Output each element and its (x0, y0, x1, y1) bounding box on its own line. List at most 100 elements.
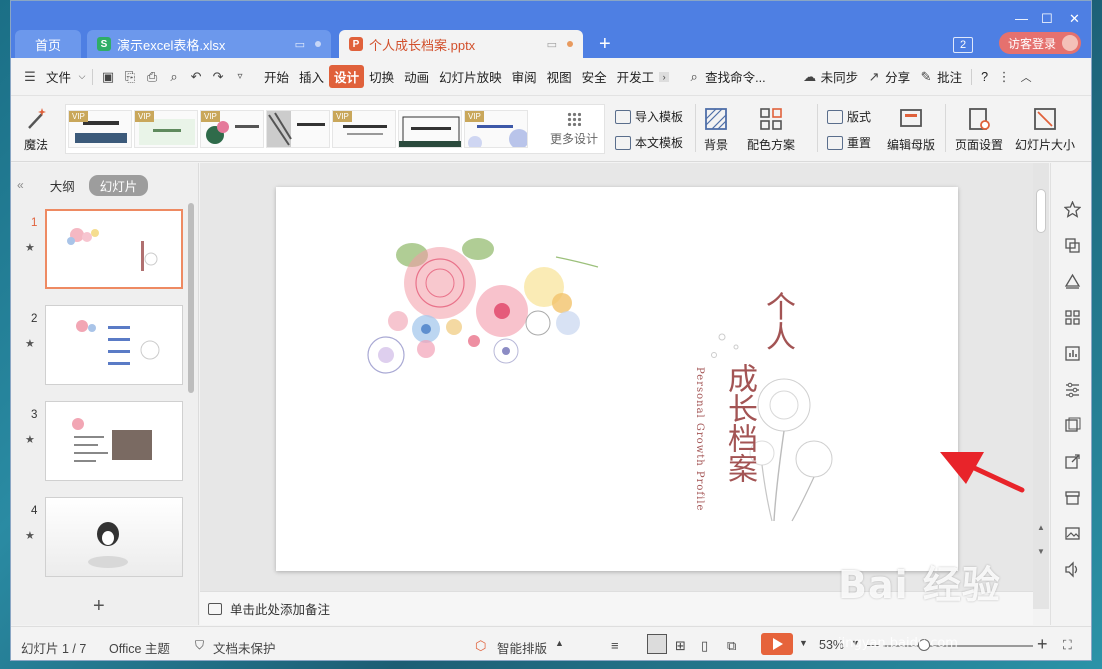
this-template-button[interactable]: 本文模板 (615, 134, 683, 151)
menu-start[interactable]: 开始 (259, 67, 294, 86)
more-icon[interactable]: ⋮ (993, 69, 1015, 85)
menu-review[interactable]: 审阅 (507, 67, 542, 86)
share-button[interactable]: 分享 (885, 67, 915, 86)
chevron-down-icon[interactable]: ▼ (799, 638, 808, 648)
more-design-button[interactable]: 更多设计 (544, 110, 604, 147)
magic-button[interactable]: 魔法 (23, 106, 49, 153)
reset-button[interactable]: 重置 (827, 134, 871, 151)
menu-slideshow[interactable]: 幻灯片放映 (434, 67, 507, 86)
canvas-scrollbar[interactable]: ▲ ▼ (1033, 163, 1049, 609)
customize-toolbar-icon[interactable]: ▿ (229, 71, 251, 82)
image-gallery-icon[interactable] (1064, 417, 1081, 434)
maximize-button[interactable]: ☐ (1041, 11, 1053, 27)
scrollbar-thumb[interactable] (1036, 189, 1046, 233)
template-thumb[interactable]: VIP (200, 110, 264, 148)
menu-design[interactable]: 设计 (329, 65, 365, 88)
picture-icon[interactable] (1064, 525, 1081, 542)
menu-insert[interactable]: 插入 (294, 67, 329, 86)
slide-editing-area: 个人 成长档案 Personal Growth Profile (200, 163, 1033, 591)
window-count-badge[interactable]: 2 (953, 37, 973, 53)
document-protection-status[interactable]: 文档未保护 (213, 638, 276, 657)
undo-icon[interactable]: ↶ (185, 69, 207, 85)
tab-slides[interactable]: 幻灯片 (88, 174, 149, 196)
slide-preview (45, 305, 183, 385)
apps-grid-icon[interactable] (1064, 309, 1081, 326)
slide-thumbnail-2[interactable]: 2 ★ (11, 305, 191, 391)
tab-outline[interactable]: 大纲 (50, 176, 75, 195)
monitor-icon[interactable]: ▭ (547, 38, 557, 51)
monitor-icon[interactable]: ▭ (295, 38, 305, 51)
export-icon[interactable] (1064, 453, 1081, 470)
tab-excel-file[interactable]: S 演示excel表格.xlsx ▭ (87, 30, 331, 58)
scroll-up-icon[interactable]: ▲ (1037, 523, 1045, 532)
chevron-right-icon[interactable]: › (659, 71, 670, 82)
add-slide-button[interactable]: + (93, 595, 105, 618)
page-setup-button[interactable]: 页面设置 (955, 106, 1003, 153)
menu-view[interactable]: 视图 (542, 67, 577, 86)
print-icon[interactable]: ⎙ (141, 69, 163, 85)
reading-view-icon[interactable]: ▯ (701, 638, 708, 654)
theme-name[interactable]: Office 主题 (109, 638, 170, 657)
menu-animation[interactable]: 动画 (399, 67, 434, 86)
chart-icon[interactable] (1064, 345, 1081, 362)
chevron-up-icon[interactable]: ▲ (555, 638, 564, 648)
slide-thumbnail-4[interactable]: 4 ★ (11, 497, 191, 583)
scroll-down-icon[interactable]: ▼ (1037, 547, 1045, 556)
menu-file[interactable]: 文件 (41, 67, 76, 86)
slide-artwork (367, 238, 833, 522)
menu-transition[interactable]: 切换 (364, 67, 399, 86)
color-scheme-button[interactable]: 配色方案 (747, 106, 795, 153)
background-button[interactable]: 背景 (703, 106, 729, 153)
slide-title-line2[interactable]: 成长档案 (716, 363, 757, 483)
collapse-pane-icon[interactable]: « (17, 178, 24, 192)
chevron-down-icon[interactable]: ⌵ (76, 71, 88, 82)
slide-thumbnail-1[interactable]: 1 ★ (11, 209, 191, 295)
tab-home[interactable]: 首页 (15, 30, 81, 58)
format-painter-icon[interactable]: ⎘ (119, 69, 141, 85)
presenter-tools-icon[interactable]: ⧉ (727, 638, 736, 654)
template-thumb[interactable]: VIP (68, 110, 132, 148)
save-icon[interactable]: ▣ (97, 69, 119, 85)
notes-toggle-icon[interactable]: ≡ (611, 638, 619, 653)
template-thumb[interactable]: VIP (464, 110, 528, 148)
guest-login-button[interactable]: 访客登录 (999, 32, 1081, 54)
template-thumb[interactable]: VIP (332, 110, 396, 148)
layout-button[interactable]: 版式 (827, 108, 871, 125)
close-window-button[interactable]: ✕ (1069, 11, 1080, 27)
smart-layout-button[interactable]: 智能排版 (497, 638, 547, 657)
minimize-button[interactable]: — (1015, 11, 1028, 26)
current-slide[interactable]: 个人 成长档案 Personal Growth Profile (276, 187, 958, 571)
normal-view-icon[interactable] (647, 634, 667, 654)
slide-subtitle[interactable]: Personal Growth Profile (694, 367, 705, 511)
convert-icon[interactable] (1064, 237, 1081, 254)
shape-layers-icon[interactable] (1064, 273, 1081, 290)
slide-thumbnail-3[interactable]: 3 ★ (11, 401, 191, 487)
play-slideshow-button[interactable] (761, 633, 793, 655)
star-tool-icon[interactable] (1064, 201, 1081, 218)
collapse-ribbon-icon[interactable]: ︿ (1015, 69, 1037, 85)
new-tab-button[interactable]: + (599, 34, 611, 54)
slide-title-line1[interactable]: 个人 (754, 291, 795, 351)
menu-security[interactable]: 安全 (577, 67, 612, 86)
help-button[interactable]: ? (976, 70, 993, 84)
comment-button[interactable]: 批注 (937, 67, 967, 86)
template-thumb[interactable]: VIP (134, 110, 198, 148)
tab-ppt-file[interactable]: P 个人成长档案.pptx ▭ (339, 30, 583, 58)
hamburger-icon[interactable]: ☰ (19, 69, 41, 85)
adjust-sliders-icon[interactable] (1064, 381, 1081, 398)
menu-developer[interactable]: 开发工 (612, 67, 660, 86)
slide-sorter-icon[interactable]: ⊞ (675, 638, 686, 654)
redo-icon[interactable]: ↷ (207, 69, 229, 85)
sync-status-button[interactable]: 未同步 (821, 67, 864, 86)
import-template-button[interactable]: 导入模板 (615, 108, 683, 125)
fit-window-icon[interactable]: ⛶ (1063, 638, 1072, 653)
audio-icon[interactable] (1064, 561, 1081, 578)
template-thumb[interactable] (266, 110, 330, 148)
print-preview-icon[interactable]: ⌕ (163, 69, 185, 85)
command-search[interactable]: 查找命令... (705, 67, 770, 86)
edit-master-button[interactable]: 编辑母版 (887, 106, 935, 153)
pane-scrollbar[interactable] (188, 203, 194, 393)
archive-box-icon[interactable] (1064, 489, 1081, 506)
template-thumb[interactable] (398, 110, 462, 148)
slide-size-button[interactable]: 幻灯片大小 (1015, 106, 1075, 153)
